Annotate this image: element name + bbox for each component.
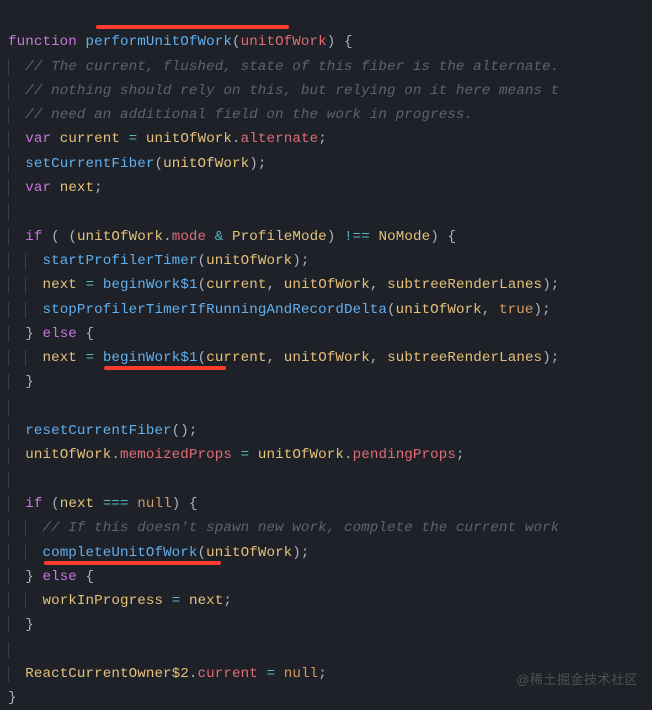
id-ReactCurrentOwner: ReactCurrentOwner$2 xyxy=(25,666,189,682)
fn-beginWork: beginWork$1 xyxy=(103,277,198,293)
null-literal: null xyxy=(137,496,171,512)
id-subtreeRenderLanes: subtreeRenderLanes xyxy=(387,277,542,293)
underline-3 xyxy=(44,561,221,565)
param-unitOfWork: unitOfWork xyxy=(241,34,327,50)
underline-2 xyxy=(104,366,226,370)
comment-line-3: // need an additional field on the work … xyxy=(25,107,473,123)
comment-line-1: // The current, flushed, state of this f… xyxy=(25,59,559,75)
prop-mode: mode xyxy=(172,229,206,245)
fn-performUnitOfWork: performUnitOfWork xyxy=(86,34,232,50)
comment-line-2: // nothing should rely on this, but rely… xyxy=(25,83,559,99)
fn-resetCurrentFiber: resetCurrentFiber xyxy=(25,423,171,439)
keyword-var: var xyxy=(25,131,51,147)
fn-startProfilerTimer: startProfilerTimer xyxy=(42,253,197,269)
fn-completeUnitOfWork: completeUnitOfWork xyxy=(42,545,197,561)
id-ProfileMode: ProfileMode xyxy=(232,229,327,245)
comment-line-4: // If this doesn't spawn new work, compl… xyxy=(42,520,559,536)
prop-alternate: alternate xyxy=(241,131,319,147)
prop-pendingProps: pendingProps xyxy=(353,447,456,463)
id-workInProgress: workInProgress xyxy=(42,593,163,609)
keyword-else: else xyxy=(42,326,76,342)
fn-setCurrentFiber: setCurrentFiber xyxy=(25,156,154,172)
prop-current: current xyxy=(198,666,258,682)
prop-memoizedProps: memoizedProps xyxy=(120,447,232,463)
var-next: next xyxy=(60,180,94,196)
watermark: @稀土掘金技术社区 xyxy=(516,669,638,688)
keyword-function: function xyxy=(8,34,77,50)
fn-stopProfiler: stopProfilerTimerIfRunningAndRecordDelta xyxy=(42,302,387,318)
var-current: current xyxy=(60,131,120,147)
fn-beginWork-2: beginWork$1 xyxy=(103,350,198,366)
bool-true: true xyxy=(499,302,533,318)
id-NoMode: NoMode xyxy=(379,229,431,245)
id-unitOfWork: unitOfWork xyxy=(146,131,232,147)
keyword-if: if xyxy=(25,229,42,245)
underline-1 xyxy=(96,25,289,29)
code-editor: function performUnitOfWork(unitOfWork) {… xyxy=(0,0,652,710)
